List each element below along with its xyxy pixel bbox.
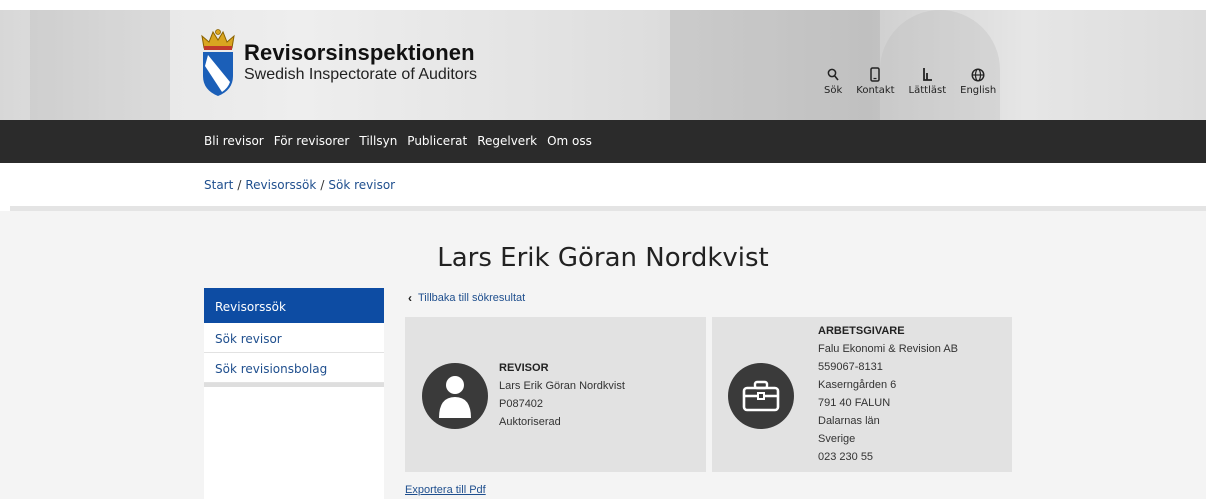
nav-item-regelverk[interactable]: Regelverk bbox=[477, 134, 537, 148]
english-button[interactable]: English bbox=[960, 66, 996, 96]
auditor-card: REVISOR Lars Erik Göran Nordkvist P08740… bbox=[405, 317, 706, 472]
nav-item-tillsyn[interactable]: Tillsyn bbox=[359, 134, 397, 148]
contact-button[interactable]: Kontakt bbox=[856, 66, 895, 96]
nav-item-publicerat[interactable]: Publicerat bbox=[407, 134, 467, 148]
back-link-label: Tillbaka till sökresultat bbox=[418, 292, 526, 304]
header-background-shade bbox=[30, 0, 170, 120]
english-label: English bbox=[960, 85, 997, 96]
person-icon bbox=[422, 363, 488, 429]
site-subtitle: Swedish Inspectorate of Auditors bbox=[244, 66, 478, 83]
easy-read-button[interactable]: Lättläst bbox=[908, 66, 947, 96]
phone-icon bbox=[870, 67, 881, 82]
sidebar-item-sok-revisor[interactable]: Sök revisor bbox=[204, 323, 384, 353]
auditor-status: Auktoriserad bbox=[499, 416, 561, 428]
auditor-id: P087402 bbox=[499, 398, 544, 410]
employer-country: Sverige bbox=[818, 433, 856, 445]
breadcrumb-revisorssok[interactable]: Revisorssök bbox=[245, 178, 316, 192]
page-title: Lars Erik Göran Nordkvist bbox=[437, 243, 769, 273]
sidebar-bottom-border bbox=[204, 383, 384, 387]
employer-org-number: 559067-8131 bbox=[818, 361, 883, 373]
sidebar-item-sok-revisionsbolag[interactable]: Sök revisionsbolag bbox=[204, 353, 384, 383]
site-logo[interactable]: Revisorsinspektionen Swedish Inspectorat… bbox=[200, 28, 477, 98]
nav-item-bli-revisor[interactable]: Bli revisor bbox=[204, 134, 264, 148]
coat-of-arms-icon bbox=[201, 29, 235, 96]
breadcrumb-sok-revisor[interactable]: Sök revisor bbox=[328, 178, 395, 192]
sidebar: Revisorssök Sök revisor Sök revisionsbol… bbox=[204, 288, 384, 499]
employer-details: ARBETSGIVARE Falu Ekonomi & Revision AB … bbox=[818, 322, 958, 466]
breadcrumb-start[interactable]: Start bbox=[204, 178, 233, 192]
sidebar-item-revisorssok[interactable]: Revisorssök bbox=[204, 288, 384, 323]
back-to-results-link[interactable]: ‹ Tillbaka till sökresultat bbox=[408, 291, 525, 305]
search-button[interactable]: Sök bbox=[824, 66, 842, 96]
employer-postal: 791 40 FALUN bbox=[818, 397, 891, 409]
site-header: Revisorsinspektionen Swedish Inspectorat… bbox=[0, 0, 1206, 120]
header-tools: Sök Kontakt Lättläst English bbox=[824, 66, 1010, 96]
chevron-left-icon: ‹ bbox=[408, 291, 412, 305]
employer-name: Falu Ekonomi & Revision AB bbox=[818, 343, 959, 355]
breadcrumb-separator: / bbox=[237, 178, 242, 192]
header-background-shade bbox=[880, 10, 1000, 120]
contact-label: Kontakt bbox=[856, 85, 895, 96]
easy-read-icon bbox=[923, 68, 933, 81]
site-name: Revisorsinspektionen bbox=[244, 40, 475, 65]
nav-item-om-oss[interactable]: Om oss bbox=[547, 134, 592, 148]
employer-card: ARBETSGIVARE Falu Ekonomi & Revision AB … bbox=[712, 317, 1012, 472]
auditor-name: Lars Erik Göran Nordkvist bbox=[499, 380, 625, 392]
export-pdf-link[interactable]: Exportera till Pdf bbox=[405, 484, 486, 496]
search-icon bbox=[827, 68, 839, 81]
nav-item-for-revisorer[interactable]: För revisorer bbox=[274, 134, 350, 148]
search-label: Sök bbox=[824, 85, 843, 96]
breadcrumb-separator: / bbox=[320, 178, 325, 192]
employer-street: Kaserngården 6 bbox=[818, 379, 897, 391]
auditor-heading: REVISOR bbox=[499, 362, 549, 374]
header-top-strip bbox=[0, 0, 1206, 10]
easy-read-label: Lättläst bbox=[908, 85, 947, 96]
breadcrumb: Start / Revisorssök / Sök revisor bbox=[204, 178, 395, 192]
auditor-details: REVISOR Lars Erik Göran Nordkvist P08740… bbox=[499, 359, 625, 431]
globe-icon bbox=[971, 68, 985, 82]
header-background-shade bbox=[670, 0, 880, 120]
employer-heading: ARBETSGIVARE bbox=[818, 325, 905, 337]
employer-county: Dalarnas län bbox=[818, 415, 880, 427]
employer-phone: 023 230 55 bbox=[818, 451, 874, 463]
briefcase-icon bbox=[728, 363, 794, 429]
main-navigation: Bli revisor För revisorer Tillsyn Public… bbox=[0, 120, 1206, 163]
